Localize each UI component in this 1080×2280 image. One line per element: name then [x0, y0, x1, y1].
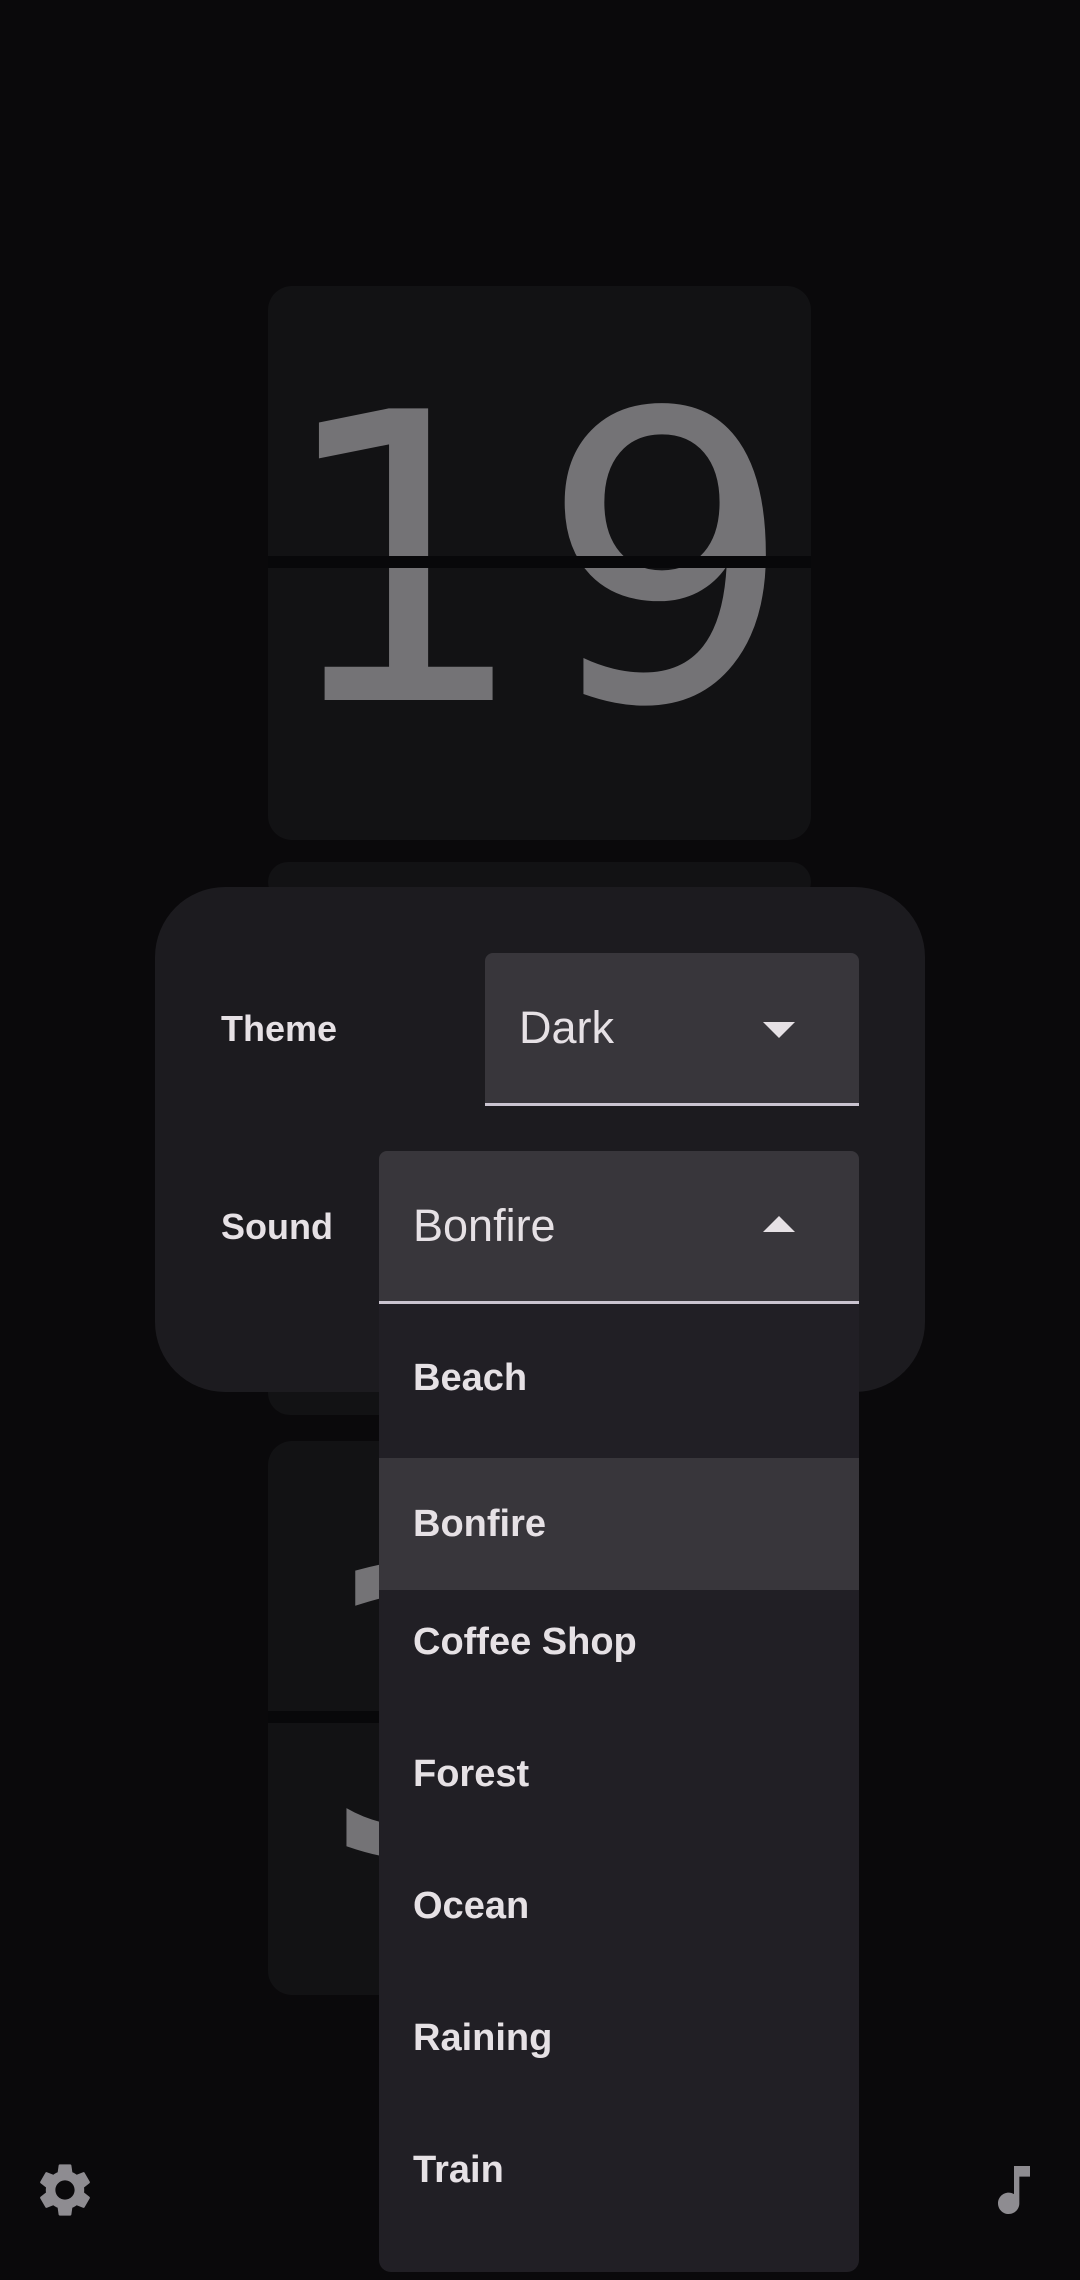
theme-label: Theme [221, 1008, 338, 1049]
sound-value: Bonfire [413, 1200, 556, 1251]
sound-dropdown[interactable]: Bonfire [379, 1151, 859, 1304]
sound-option-train[interactable]: Train [379, 2104, 859, 2236]
sound-option-bonfire[interactable]: Bonfire [379, 1458, 859, 1590]
gear-icon[interactable] [33, 2158, 97, 2222]
theme-value: Dark [519, 1002, 615, 1053]
sound-option-forest[interactable]: Forest [379, 1708, 859, 1840]
theme-dropdown[interactable]: Dark [485, 953, 859, 1106]
chevron-up-icon [763, 1216, 795, 1232]
music-note-icon[interactable] [982, 2158, 1046, 2222]
sound-label: Sound [221, 1206, 333, 1247]
sound-option-coffee-shop[interactable]: Coffee Shop [379, 1576, 859, 1708]
hour-flip-card: 19 [268, 286, 811, 840]
sound-option-beach[interactable]: Beach [379, 1312, 859, 1444]
sound-option-raining[interactable]: Raining [379, 1972, 859, 2104]
sound-options-menu: Beach Bonfire Coffee Shop Forest Ocean R… [379, 1304, 859, 2272]
chevron-down-icon [763, 1022, 795, 1038]
sound-option-ocean[interactable]: Ocean [379, 1840, 859, 1972]
flip-divider [268, 556, 811, 568]
